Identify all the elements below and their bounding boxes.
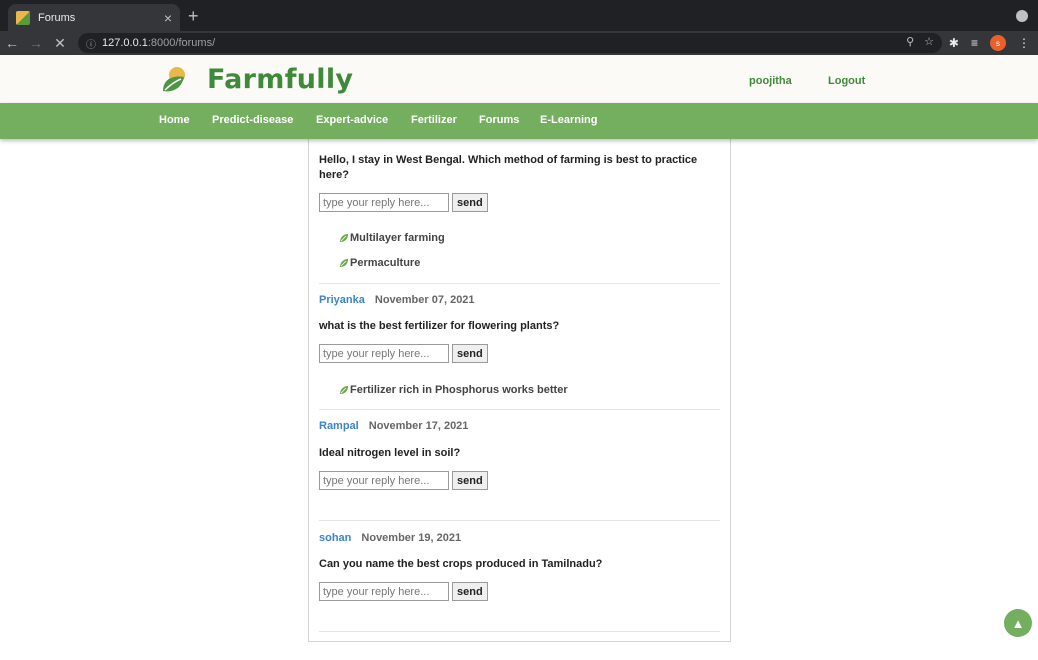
- profile-avatar[interactable]: s: [990, 35, 1006, 51]
- answer-item: Permaculture: [339, 257, 740, 269]
- nav-expert-advice[interactable]: Expert-advice: [316, 114, 388, 126]
- forum-post: Hello, I stay in West Bengal. Which meth…: [319, 153, 720, 183]
- post-author[interactable]: Rampal: [319, 420, 359, 432]
- tab-close-icon[interactable]: ×: [164, 10, 172, 26]
- post-question: Ideal nitrogen level in soil?: [319, 447, 461, 459]
- leaf-icon: [340, 234, 348, 242]
- answer-item: Fertilizer rich in Phosphorus works bett…: [339, 384, 740, 396]
- extensions-icon[interactable]: ✱: [949, 36, 959, 50]
- post-divider: [319, 520, 720, 521]
- bookmark-star-icon[interactable]: ☆: [924, 35, 934, 48]
- logout-link[interactable]: Logout: [828, 75, 865, 87]
- tab-search-icon[interactable]: [1016, 10, 1028, 22]
- main-nav: Home Predict-disease Expert-advice Ferti…: [0, 103, 1038, 139]
- answer-text: Fertilizer rich in Phosphorus works bett…: [350, 384, 568, 396]
- site-header: Farmfully poojitha Logout: [0, 55, 1038, 103]
- leaf-icon: [340, 259, 348, 267]
- nav-home[interactable]: Home: [159, 114, 190, 126]
- post-date: November 07, 2021: [374, 294, 475, 306]
- url-path: :8000/forums/: [147, 37, 216, 49]
- post-question: what is the best fertilizer for flowerin…: [319, 320, 560, 332]
- back-icon[interactable]: ←: [0, 35, 24, 51]
- reading-list-icon[interactable]: ≡: [971, 36, 978, 50]
- nav-predict-disease[interactable]: Predict-disease: [212, 114, 293, 126]
- site-info-icon[interactable]: ⓘ: [86, 36, 96, 51]
- post-divider: [319, 283, 720, 284]
- forum-panel: Hello, I stay in West Bengal. Which meth…: [308, 139, 731, 642]
- post-question: Can you name the best crops produced in …: [319, 558, 603, 570]
- reply-input[interactable]: [319, 344, 449, 363]
- send-button[interactable]: send: [452, 193, 488, 212]
- leaf-icon: [340, 386, 348, 394]
- toolbar-icons: ✱ ≡ s ⋮: [949, 35, 1030, 51]
- address-bar[interactable]: ⓘ 127.0.0.1 :8000/forums/ ⚲ ☆: [78, 33, 942, 53]
- reply-input[interactable]: [319, 582, 449, 601]
- answer-text: Permaculture: [350, 257, 421, 269]
- post-divider: [319, 631, 720, 632]
- farm-logo-icon[interactable]: [160, 65, 190, 95]
- post-author[interactable]: Priyanka: [319, 294, 365, 306]
- reply-input[interactable]: [319, 193, 449, 212]
- nav-e-learning[interactable]: E-Learning: [540, 114, 597, 126]
- post-date: November 19, 2021: [361, 532, 462, 544]
- post-meta: Priyanka November 07, 2021: [319, 294, 720, 306]
- stop-loading-icon[interactable]: ✕: [48, 35, 72, 52]
- reply-form: send: [319, 344, 720, 363]
- nav-forums[interactable]: Forums: [479, 114, 519, 126]
- browser-tabstrip: Forums × +: [0, 0, 1038, 31]
- favicon-icon: [16, 10, 30, 25]
- answer-text: Multilayer farming: [350, 232, 445, 244]
- reply-form: send: [319, 193, 720, 212]
- reply-form: send: [319, 471, 720, 490]
- menu-icon[interactable]: ⋮: [1018, 36, 1030, 50]
- post-question: Hello, I stay in West Bengal. Which meth…: [319, 154, 698, 181]
- browser-tab[interactable]: Forums ×: [8, 4, 180, 31]
- post-meta: Rampal November 17, 2021: [319, 420, 720, 432]
- nav-fertilizer[interactable]: Fertilizer: [411, 114, 457, 126]
- browser-toolbar: ← → ✕ ⓘ 127.0.0.1 :8000/forums/ ⚲ ☆: [0, 31, 1038, 55]
- answer-item: Multilayer farming: [339, 232, 740, 244]
- user-profile-link[interactable]: poojitha: [749, 75, 792, 87]
- arrow-up-icon[interactable]: ▲: [1004, 609, 1032, 637]
- url-host: 127.0.0.1: [102, 37, 148, 49]
- forward-icon[interactable]: →: [24, 35, 48, 51]
- new-tab-button[interactable]: +: [188, 6, 199, 27]
- send-button[interactable]: send: [452, 471, 488, 490]
- post-date: November 17, 2021: [368, 420, 469, 432]
- zoom-icon[interactable]: ⚲: [906, 35, 914, 48]
- post-author[interactable]: sohan: [319, 532, 351, 544]
- send-button[interactable]: send: [452, 582, 488, 601]
- reply-form: send: [319, 582, 720, 601]
- post-meta: sohan November 19, 2021: [319, 532, 720, 544]
- send-button[interactable]: send: [452, 344, 488, 363]
- tab-title: Forums: [38, 11, 76, 24]
- brand-title[interactable]: Farmfully: [207, 64, 353, 95]
- post-divider: [319, 409, 720, 410]
- reply-input[interactable]: [319, 471, 449, 490]
